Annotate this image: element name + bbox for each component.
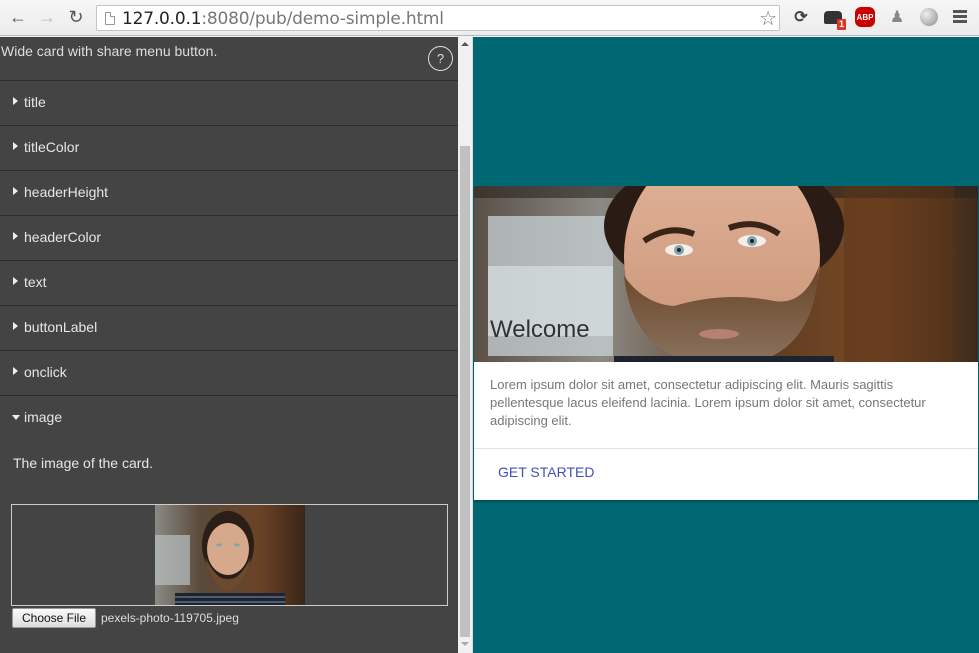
sync-extension-button[interactable]: ⟳	[791, 7, 811, 27]
scrollbar-thumb[interactable]	[460, 146, 470, 637]
property-headercolor[interactable]: headerColor	[0, 215, 458, 260]
choose-file-button[interactable]: Choose File	[12, 608, 96, 628]
puzzle-icon: ♟	[889, 9, 905, 26]
browser-menu-button[interactable]	[953, 10, 967, 25]
url-host: 127.0.0.1	[122, 9, 202, 29]
caret-right-icon	[13, 232, 18, 240]
ghostery-extension-button[interactable]: 1	[823, 7, 846, 30]
forward-button[interactable]: →	[36, 6, 58, 28]
menu-icon-bar	[953, 10, 967, 13]
globe-icon	[920, 8, 938, 26]
property-titlecolor[interactable]: titleColor	[0, 125, 458, 170]
card-actions-divider	[474, 448, 978, 449]
property-buttonlabel[interactable]: buttonLabel	[0, 305, 458, 350]
scroll-up-arrow-icon[interactable]	[461, 42, 469, 46]
globe-extension-button[interactable]	[919, 7, 939, 27]
scroll-down-arrow-icon[interactable]	[461, 642, 469, 646]
url-text: 127.0.0.1:8080/pub/demo-simple.html	[122, 9, 444, 29]
property-onclick[interactable]: onclick	[0, 350, 458, 395]
page-icon	[105, 12, 115, 25]
property-label: text	[24, 274, 47, 290]
address-bar[interactable]: 127.0.0.1:8080/pub/demo-simple.html ☆	[96, 5, 780, 31]
property-list: title titleColor headerHeight headerColo…	[0, 80, 458, 628]
bookmark-star-icon[interactable]: ☆	[759, 6, 777, 31]
property-label[interactable]: image	[24, 409, 62, 425]
sync-icon: ⟳	[794, 9, 808, 26]
properties-panel: Wide card with share menu button. ? titl…	[0, 37, 458, 653]
property-title[interactable]: title	[0, 80, 458, 125]
reload-icon: ↻	[68, 6, 84, 27]
puzzle-extension-button[interactable]: ♟	[887, 7, 907, 27]
caret-down-icon[interactable]	[12, 415, 20, 420]
property-headerheight[interactable]: headerHeight	[0, 170, 458, 215]
card-supporting-text: Lorem ipsum dolor sit amet, consectetur …	[490, 377, 926, 428]
reload-button[interactable]: ↻	[65, 6, 87, 28]
ghostery-icon: 1	[824, 10, 846, 30]
card-title: Welcome	[490, 316, 590, 343]
browser-toolbar: ← → ↻ 127.0.0.1:8080/pub/demo-simple.htm…	[0, 0, 979, 36]
property-label: headerColor	[24, 229, 102, 245]
menu-icon-bar	[953, 20, 967, 23]
selected-file-name: pexels-photo-119705.jpeg	[101, 611, 239, 625]
wide-card: Welcome Lorem ipsum dolor sit amet, cons…	[474, 186, 978, 500]
arrow-left-icon: ←	[9, 6, 27, 27]
url-path: :8080/pub/demo-simple.html	[201, 9, 444, 29]
image-preview-box	[11, 504, 448, 606]
component-description: Wide card with share menu button.	[1, 43, 218, 59]
caret-right-icon	[13, 142, 18, 150]
ghostery-badge: 1	[836, 18, 846, 30]
back-button[interactable]: ←	[7, 6, 29, 28]
portrait-thumbnail-graphic	[155, 505, 305, 605]
property-label: titleColor	[24, 139, 80, 155]
arrow-right-icon: →	[38, 6, 56, 27]
property-label: headerHeight	[24, 184, 109, 200]
caret-right-icon	[13, 277, 18, 285]
property-text[interactable]: text	[0, 260, 458, 305]
image-thumbnail	[155, 505, 305, 605]
property-label: title	[24, 94, 46, 110]
adblock-plus-icon: ABP	[855, 7, 875, 27]
card-header-image: Welcome	[474, 186, 978, 362]
property-label: buttonLabel	[24, 319, 98, 335]
caret-right-icon	[13, 322, 18, 330]
get-started-button[interactable]: GET STARTED	[498, 464, 594, 480]
image-property-description: The image of the card.	[13, 455, 154, 471]
help-icon: ?	[436, 51, 445, 66]
property-image: image The image of the card. Choose File…	[0, 395, 458, 628]
caret-right-icon	[13, 367, 18, 375]
menu-icon-bar	[953, 15, 967, 18]
caret-right-icon	[13, 97, 18, 105]
help-button[interactable]: ?	[428, 46, 453, 71]
caret-right-icon	[13, 187, 18, 195]
panel-scrollbar[interactable]	[458, 37, 472, 653]
property-label: onclick	[24, 364, 67, 380]
adblock-plus-button[interactable]: ABP	[855, 7, 875, 27]
preview-area: Welcome Lorem ipsum dolor sit amet, cons…	[472, 37, 979, 653]
